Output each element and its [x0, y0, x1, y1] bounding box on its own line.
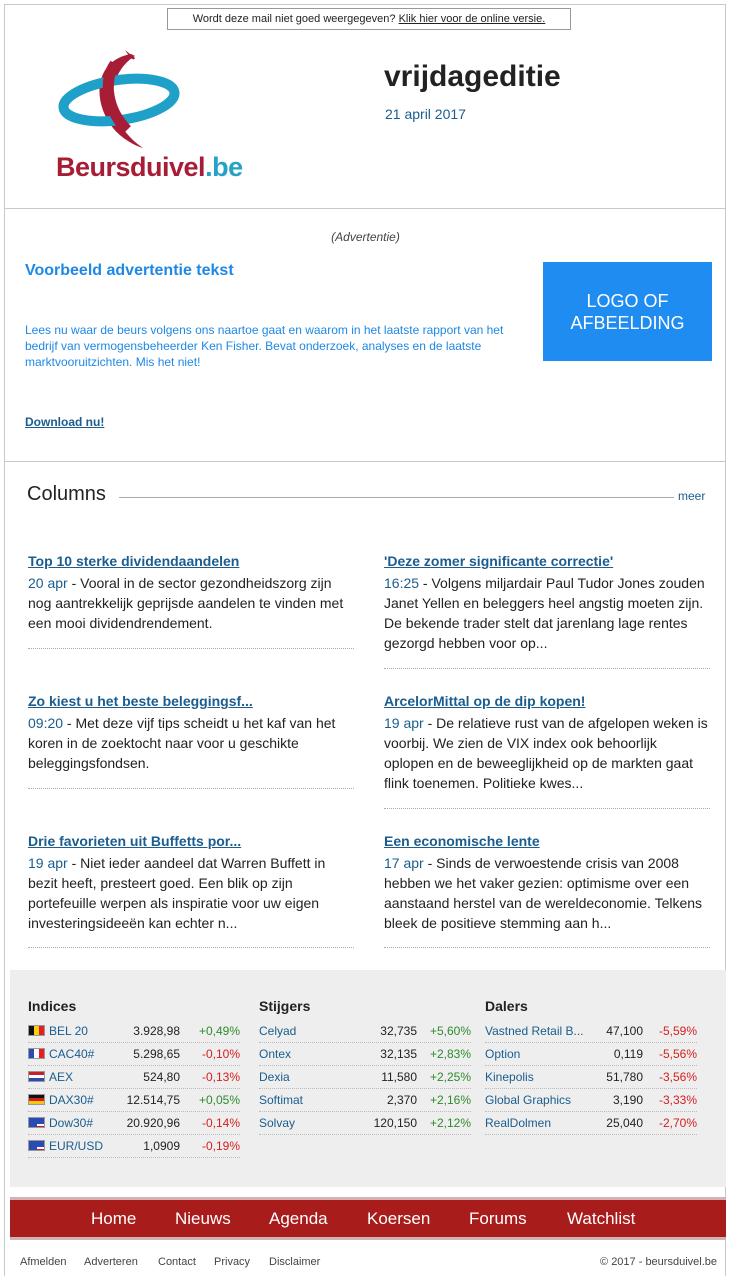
article-item: Zo kiest u het beste beleggingsf... 09:2… [28, 693, 354, 789]
article-text: - Vooral in de sector gezondheidszorg zi… [28, 575, 344, 631]
nav-nieuws[interactable]: Nieuws [175, 1209, 231, 1229]
index-row[interactable]: Dow30# 20.920,96 -0,14% [28, 1112, 240, 1135]
gainer-row[interactable]: Ontex 32,135 +2,83% [259, 1043, 471, 1066]
article-item: Top 10 sterke dividendaandelen 20 apr - … [28, 553, 354, 649]
article-time: 17 apr [384, 855, 424, 871]
gainer-row[interactable]: Celyad 32,735 +5,60% [259, 1020, 471, 1043]
article-title[interactable]: Een economische lente [384, 833, 710, 849]
article-title[interactable]: Drie favorieten uit Buffetts por... [28, 833, 354, 849]
ad-text: Lees nu waar de beurs volgens ons naarto… [25, 323, 504, 369]
netherlands-flag-icon [28, 1071, 45, 1082]
online-version-link[interactable]: Klik hier voor de online versie. [399, 13, 546, 25]
article-time: 19 apr [384, 715, 424, 731]
article-separator [28, 648, 354, 649]
index-row[interactable]: BEL 20 3.928,98 +0,49% [28, 1020, 240, 1043]
article-separator [384, 668, 710, 669]
article-separator [28, 788, 354, 789]
nav-koersen[interactable]: Koersen [367, 1209, 430, 1229]
article-time: 16:25 [384, 575, 420, 591]
ad-download-link[interactable]: Download nu! [25, 415, 104, 429]
divider [5, 461, 726, 462]
loser-row[interactable]: Global Graphics 3,190 -3,33% [485, 1089, 697, 1112]
edition-date: 21 april 2017 [385, 106, 466, 122]
eur-usd-flag-icon [28, 1140, 45, 1151]
gainer-row[interactable]: Dexia 11,580 +2,25% [259, 1066, 471, 1089]
ad-box-line1: LOGO OF [586, 290, 669, 311]
brand-logo-text[interactable]: Beursduivel.be [56, 152, 243, 183]
footer-contact-link[interactable]: Contact [158, 1256, 196, 1268]
index-row[interactable]: EUR/USD 1,0909 -0,19% [28, 1135, 240, 1158]
nav-home[interactable]: Home [91, 1209, 136, 1229]
article-time: 09:20 [28, 715, 64, 731]
germany-flag-icon [28, 1094, 45, 1105]
index-row[interactable]: DAX30# 12.514,75 +0,05% [28, 1089, 240, 1112]
view-notice-text: Wordt deze mail niet goed weergegeven? [192, 13, 396, 25]
article-title[interactable]: Zo kiest u het beste beleggingsf... [28, 693, 354, 709]
article-text: - De relatieve rust van de afgelopen wek… [384, 715, 708, 791]
devil-horn-logo-icon [58, 50, 180, 148]
footer-advertise-link[interactable]: Adverteren [84, 1256, 138, 1268]
losers-heading: Dalers [485, 998, 528, 1014]
article-item: Een economische lente 17 apr - Sinds de … [384, 833, 710, 948]
footer-copyright: © 2017 - beursduivel.be [600, 1256, 717, 1268]
article-title[interactable]: 'Deze zomer significante correctie' [384, 553, 710, 569]
losers-column: Dalers Vastned Retail B... 47,100 -5,59% O… [485, 998, 697, 1135]
gainer-row[interactable]: Softimat 2,370 +2,16% [259, 1089, 471, 1112]
article-text: - Sinds de verwoestende crisis van 2008 … [384, 855, 703, 931]
nav-agenda[interactable]: Agenda [269, 1209, 328, 1229]
index-row[interactable]: CAC40# 5.298,65 -0,10% [28, 1043, 240, 1066]
main-navigation: Home Nieuws Agenda Koersen Forums Watchl… [10, 1197, 726, 1240]
gainer-row[interactable]: Solvay 120,150 +2,12% [259, 1112, 471, 1135]
loser-row[interactable]: Vastned Retail B... 47,100 -5,59% [485, 1020, 697, 1043]
nav-watchlist[interactable]: Watchlist [567, 1209, 635, 1229]
indices-heading: Indices [28, 998, 77, 1014]
article-time: 20 apr [28, 575, 68, 591]
gainers-heading: Stijgers [259, 998, 311, 1014]
divider [5, 208, 726, 209]
columns-more-link[interactable]: meer [678, 489, 705, 503]
index-row[interactable]: AEX 524,80 -0,13% [28, 1066, 240, 1089]
article-title[interactable]: ArcelorMittal op de dip kopen! [384, 693, 710, 709]
article-text: - Volgens miljardair Paul Tudor Jones zo… [384, 575, 705, 651]
loser-row[interactable]: Option 0,119 -5,56% [485, 1043, 697, 1066]
france-flag-icon [28, 1048, 45, 1059]
columns-heading: Columns [27, 483, 106, 505]
nav-forums[interactable]: Forums [469, 1209, 527, 1229]
article-time: 19 apr [28, 855, 68, 871]
article-item: 'Deze zomer significante correctie' 16:2… [384, 553, 710, 669]
ad-label: (Advertentie) [331, 230, 400, 244]
ad-image-placeholder[interactable]: LOGO OF AFBEELDING [543, 262, 712, 361]
footer-disclaimer-link[interactable]: Disclaimer [269, 1256, 320, 1268]
article-separator [384, 808, 710, 809]
article-title[interactable]: Top 10 sterke dividendaandelen [28, 553, 354, 569]
ad-title[interactable]: Voorbeeld advertentie tekst [25, 262, 234, 280]
online-version-bar: Wordt deze mail niet goed weergegeven? K… [167, 8, 571, 30]
gainers-column: Stijgers Celyad 32,735 +5,60% Ontex 32,135 +… [259, 998, 471, 1135]
heading-rule [119, 497, 674, 498]
usa-flag-icon [28, 1117, 45, 1128]
belgium-flag-icon [28, 1025, 45, 1036]
footer-unsubscribe-link[interactable]: Afmelden [20, 1256, 66, 1268]
article-separator [384, 947, 710, 948]
indices-column: Indices BEL 20 3.928,98 +0,49% CAC40# 5.… [28, 998, 240, 1158]
article-item: ArcelorMittal op de dip kopen! 19 apr - … [384, 693, 710, 809]
loser-row[interactable]: Kinepolis 51,780 -3,56% [485, 1066, 697, 1089]
article-item: Drie favorieten uit Buffetts por... 19 a… [28, 833, 354, 948]
loser-row[interactable]: RealDolmen 25,040 -2,70% [485, 1112, 697, 1135]
article-text: - Met deze vijf tips scheidt u het kaf v… [28, 715, 336, 771]
article-text: - Niet ieder aandeel dat Warren Buffett … [28, 855, 326, 931]
ad-box-line2: AFBEELDING [570, 312, 685, 333]
footer-privacy-link[interactable]: Privacy [214, 1256, 250, 1268]
edition-title: vrijdageditie [384, 60, 561, 93]
article-separator [28, 947, 354, 948]
